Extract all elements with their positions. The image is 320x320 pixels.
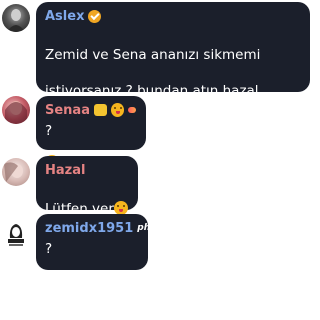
message-bubble: zemidx1951 php ?	[36, 214, 157, 270]
blushing-face-emoji-icon	[113, 201, 128, 215]
avatar-image	[8, 224, 24, 246]
message-text: ?	[45, 123, 53, 139]
sender-name[interactable]: Senaa	[45, 103, 90, 118]
verified-badge-icon	[88, 9, 102, 23]
avatar-zemidx1951[interactable]	[2, 220, 30, 248]
php-tag: php	[137, 223, 157, 233]
blush-hands-emoji-icon	[93, 104, 108, 116]
sender-name[interactable]: zemidx1951	[45, 221, 133, 236]
message-bubble: Senaa ?	[36, 96, 146, 150]
message-line: Zemid ve Sena ananızı sikmemi	[45, 47, 261, 63]
avatar-image	[5, 101, 27, 124]
message-text: ?	[45, 241, 53, 257]
avatar-image	[7, 9, 25, 32]
smile-face-emoji-icon	[111, 103, 125, 117]
sender-name[interactable]: Hazal	[45, 163, 85, 178]
avatar-image	[4, 162, 23, 182]
sender-name[interactable]: Aslex	[45, 9, 84, 24]
avatar-hazal[interactable]	[2, 158, 30, 186]
avatar-aslex[interactable]	[2, 4, 30, 32]
message-text: Lütfen ver	[45, 182, 128, 218]
message-bubble: Aslex Zemid ve Sena ananızı sikmemi isti…	[36, 2, 310, 189]
avatar-senaa[interactable]	[2, 96, 30, 124]
orange-pill-badge-icon	[128, 107, 137, 113]
message-bubble: Hazal Lütfen ver	[36, 156, 138, 217]
